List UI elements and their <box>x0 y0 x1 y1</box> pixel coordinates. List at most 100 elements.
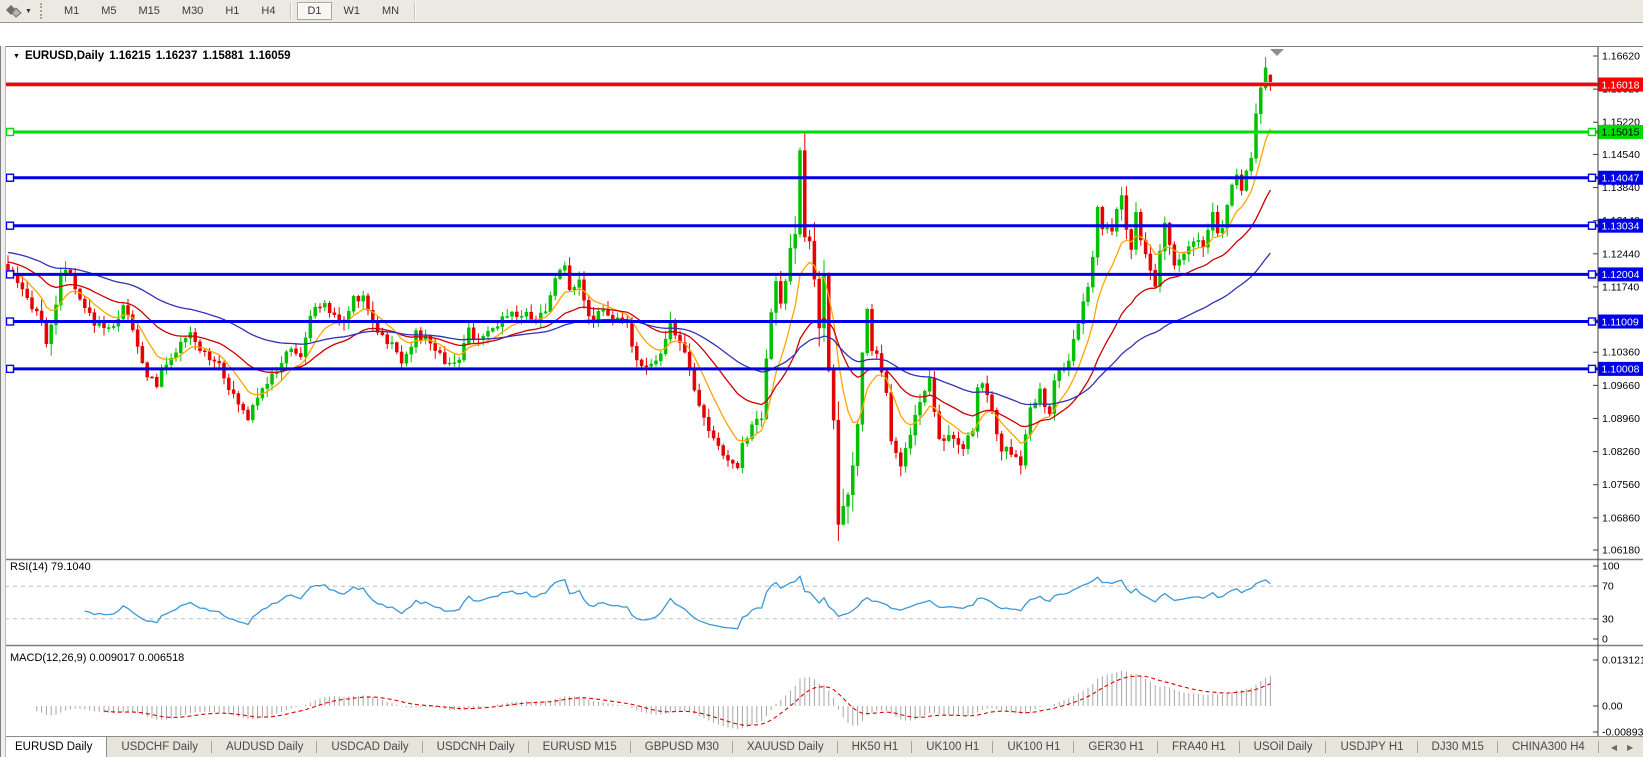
svg-text:100: 100 <box>1602 561 1620 573</box>
svg-text:1.12440: 1.12440 <box>1602 248 1640 260</box>
svg-text:0.00: 0.00 <box>1602 701 1623 713</box>
chart-tab-usdjpy-h1[interactable]: USDJPY H1 <box>1326 737 1417 757</box>
price-badge-1.13034[interactable]: 1.13034 <box>1599 219 1643 233</box>
rsi-line <box>85 576 1271 629</box>
svg-text:1.10008: 1.10008 <box>1602 364 1640 376</box>
level-handle[interactable] <box>7 174 14 181</box>
timeframe-button-w1[interactable]: W1 <box>334 2 371 20</box>
svg-text:1.06180: 1.06180 <box>1602 545 1640 557</box>
toolbar-separator <box>290 2 292 20</box>
chart-tab-audusd-daily[interactable]: AUDUSD Daily <box>212 737 317 757</box>
chart-tab-ger30-h1[interactable]: GER30 H1 <box>1074 737 1158 757</box>
svg-text:1.06860: 1.06860 <box>1602 512 1640 524</box>
price-badge-1.10008[interactable]: 1.10008 <box>1599 362 1643 376</box>
rsi-panel: 10070300 <box>5 561 1620 646</box>
toolbar-grip-handle[interactable] <box>40 3 48 19</box>
macd-values: 0.009017 0.006518 <box>89 652 184 664</box>
tab-scroll-right-icon[interactable]: ▶ <box>1627 743 1633 752</box>
macd-signal-line <box>104 676 1270 725</box>
chart-tabs: EURUSD DailyUSDCHF DailyAUDUSD DailyUSDC… <box>0 737 1599 757</box>
timeframe-button-d1[interactable]: D1 <box>297 2 331 20</box>
svg-text:1.16620: 1.16620 <box>1602 51 1640 63</box>
svg-text:30: 30 <box>1602 614 1614 626</box>
price-badge-1.16018[interactable]: 1.16018 <box>1599 77 1643 91</box>
price-badge-1.15015[interactable]: 1.15015 <box>1599 125 1643 139</box>
level-handle[interactable] <box>7 271 14 278</box>
svg-text:1.11740: 1.11740 <box>1602 281 1639 293</box>
level-line-1.10008[interactable] <box>5 365 1598 372</box>
timeframe-buttons: M1M5M15M30H1H4 D1W1MN <box>53 2 420 20</box>
mt4-application-window: ▼ M1M5M15M30H1H4 D1W1MN 1.166201.159201.1… <box>0 0 1643 757</box>
chart-tab-china300-h4[interactable]: CHINA300 H4 <box>1498 737 1599 757</box>
chevron-down-icon: ▼ <box>13 53 20 60</box>
rsi-value: 79.1040 <box>51 561 91 573</box>
chart-tab-uk100-h1[interactable]: UK100 H1 <box>993 737 1074 757</box>
price-axis: 1.166201.159201.152201.145401.138401.131… <box>1593 47 1640 737</box>
chart-tab-usdcnh-daily[interactable]: USDCNH Daily <box>423 737 529 757</box>
svg-text:1.09660: 1.09660 <box>1602 380 1640 392</box>
ohlc-close: 1.16059 <box>249 50 291 62</box>
level-handle[interactable] <box>7 365 14 372</box>
timeframe-button-m30[interactable]: M30 <box>172 2 213 20</box>
chart-tab-usdchf-daily[interactable]: USDCHF Daily <box>107 737 212 757</box>
svg-text:1.15015: 1.15015 <box>1602 127 1640 139</box>
chart-tab-usoil-daily[interactable]: USOil Daily <box>1240 737 1327 757</box>
chart-tab-usdcad-daily[interactable]: USDCAD Daily <box>317 737 422 757</box>
level-line-1.11009[interactable] <box>5 318 1598 325</box>
svg-text:1.14540: 1.14540 <box>1602 149 1640 161</box>
timeframe-button-m5[interactable]: M5 <box>91 2 126 20</box>
chart-tab-uk100-h1[interactable]: UK100 H1 <box>912 737 993 757</box>
svg-text:1.08960: 1.08960 <box>1602 413 1640 425</box>
chart-window[interactable]: 1.166201.159201.152201.145401.138401.131… <box>0 23 1643 736</box>
price-badge-1.14047[interactable]: 1.14047 <box>1599 171 1643 185</box>
symbol-period-label: EURUSD,Daily <box>25 50 104 62</box>
svg-text:1.12004: 1.12004 <box>1602 269 1640 281</box>
chart-tools-button[interactable]: ▼ <box>0 4 38 18</box>
chart-tab-dj30-m15[interactable]: DJ30 M15 <box>1418 737 1498 757</box>
chart-tab-eurusd-m15[interactable]: EURUSD M15 <box>529 737 631 757</box>
svg-text:1.10360: 1.10360 <box>1602 347 1640 359</box>
timeframe-toolbar: ▼ M1M5M15M30H1H4 D1W1MN <box>0 0 1643 23</box>
tab-scroll-left-icon[interactable]: ◀ <box>1611 743 1617 752</box>
candles-layer <box>7 57 1272 541</box>
svg-text:1.13034: 1.13034 <box>1602 220 1640 232</box>
tab-scroll-arrows: ◀ ▶ <box>1599 737 1643 757</box>
chart-canvas[interactable]: 1.166201.159201.152201.145401.138401.131… <box>0 23 1643 757</box>
chart-tab-gbpusd-m30[interactable]: GBPUSD M30 <box>631 737 733 757</box>
svg-text:0.013121: 0.013121 <box>1602 655 1643 667</box>
ohlc-high: 1.16237 <box>156 50 198 62</box>
ohlc-low: 1.15881 <box>202 50 244 62</box>
level-handle[interactable] <box>1589 128 1596 135</box>
level-handle[interactable] <box>7 222 14 229</box>
timeframe-button-mn[interactable]: MN <box>372 2 409 20</box>
timeframe-button-h4[interactable]: H4 <box>251 2 285 20</box>
level-handle[interactable] <box>7 318 14 325</box>
macd-panel: 0.0131210.00-0.008933 <box>1593 655 1643 739</box>
level-handle[interactable] <box>1589 271 1596 278</box>
level-handle[interactable] <box>1589 174 1596 181</box>
price-badge-1.12004[interactable]: 1.12004 <box>1599 267 1643 281</box>
toolbar-separator <box>414 2 416 20</box>
level-handle[interactable] <box>1589 318 1596 325</box>
svg-text:1.11009: 1.11009 <box>1602 316 1639 328</box>
chart-tab-eurusd-daily[interactable]: EURUSD Daily <box>0 737 107 757</box>
level-handle[interactable] <box>1589 222 1596 229</box>
svg-text:1.08260: 1.08260 <box>1602 446 1640 458</box>
svg-text:1.07560: 1.07560 <box>1602 479 1640 491</box>
timeframe-button-m15[interactable]: M15 <box>129 2 170 20</box>
level-handle[interactable] <box>1589 365 1596 372</box>
chart-tab-hk50-h1[interactable]: HK50 H1 <box>838 737 913 757</box>
timeframe-button-h1[interactable]: H1 <box>215 2 249 20</box>
chart-tab-fra40-h1[interactable]: FRA40 H1 <box>1158 737 1240 757</box>
chart-tab-xauusd-daily[interactable]: XAUUSD Daily <box>733 737 838 757</box>
chart-title: ▼ EURUSD,Daily 1.16215 1.16237 1.15881 1… <box>13 50 291 62</box>
window-left-edge <box>0 46 6 757</box>
ma-line-ema-fast <box>8 129 1270 444</box>
level-handle[interactable] <box>7 128 14 135</box>
price-badge-1.11009[interactable]: 1.11009 <box>1599 315 1643 329</box>
level-line-1.15015[interactable] <box>5 128 1598 135</box>
ohlc-open: 1.16215 <box>109 50 151 62</box>
chart-shift-marker[interactable] <box>1270 49 1284 56</box>
rsi-indicator-label: RSI(14) 79.1040 <box>10 561 91 573</box>
timeframe-button-m1[interactable]: M1 <box>54 2 89 20</box>
